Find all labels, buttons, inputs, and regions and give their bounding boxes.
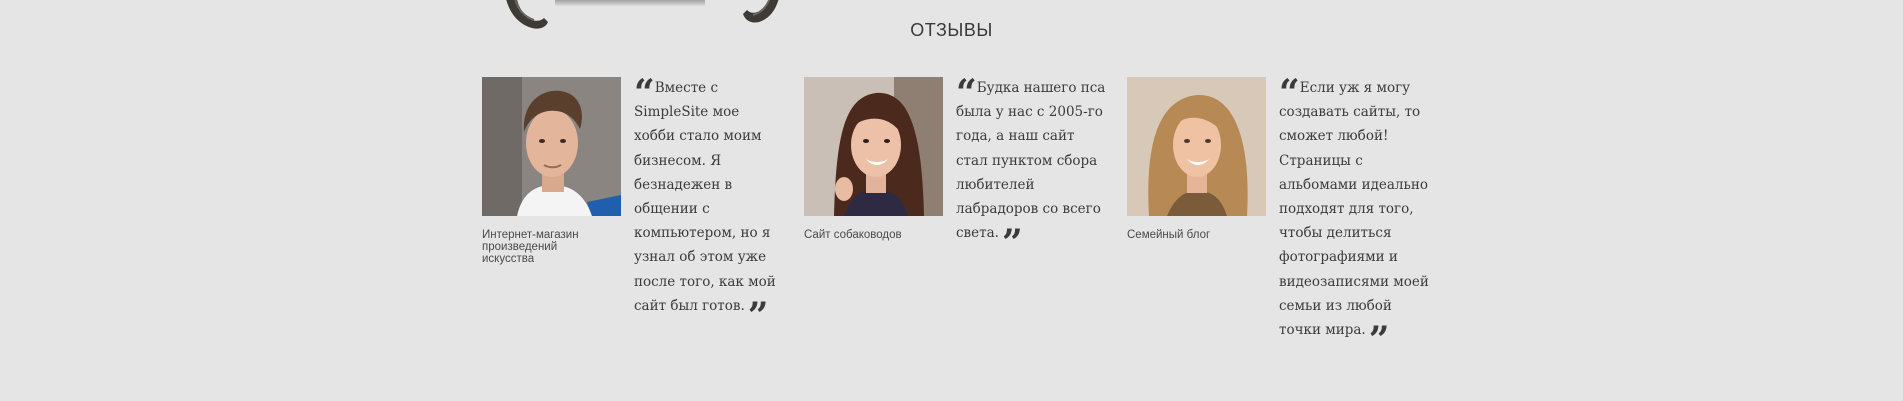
close-quote-icon: ”	[747, 294, 769, 337]
testimonial-quote: “Если уж я могу создавать сайты, то смож…	[1279, 75, 1429, 358]
avatar	[482, 77, 621, 216]
close-quote-icon: ”	[1368, 319, 1390, 362]
open-quote-icon: “	[1279, 72, 1300, 114]
testimonial-text: Если уж я могу создавать сайты, то сможе…	[1279, 80, 1429, 339]
avatar	[1127, 77, 1266, 216]
testimonial-quote: “Вместе с SimpleSite мое хобби стало мои…	[634, 75, 784, 334]
open-quote-icon: “	[956, 72, 977, 114]
testimonial-caption: Сайт собаководов	[804, 229, 902, 241]
testimonial-caption: Семейный блог	[1127, 229, 1211, 241]
testimonial-text: Вместе с SimpleSite мое хобби стало моим…	[634, 80, 776, 314]
decorative-banner-edge	[555, 0, 705, 6]
testimonial-caption: Интернет-магазин произведений искусства	[482, 229, 579, 265]
close-quote-icon: ”	[1001, 222, 1023, 265]
section-title: ОТЗЫВЫ	[910, 20, 993, 40]
testimonial-text: Будка нашего пса была у нас с 2005-го го…	[956, 80, 1106, 242]
avatar	[804, 77, 943, 216]
open-quote-icon: “	[634, 72, 655, 114]
testimonial-quote: “Будка нашего пса была у нас с 2005-го г…	[956, 75, 1106, 261]
